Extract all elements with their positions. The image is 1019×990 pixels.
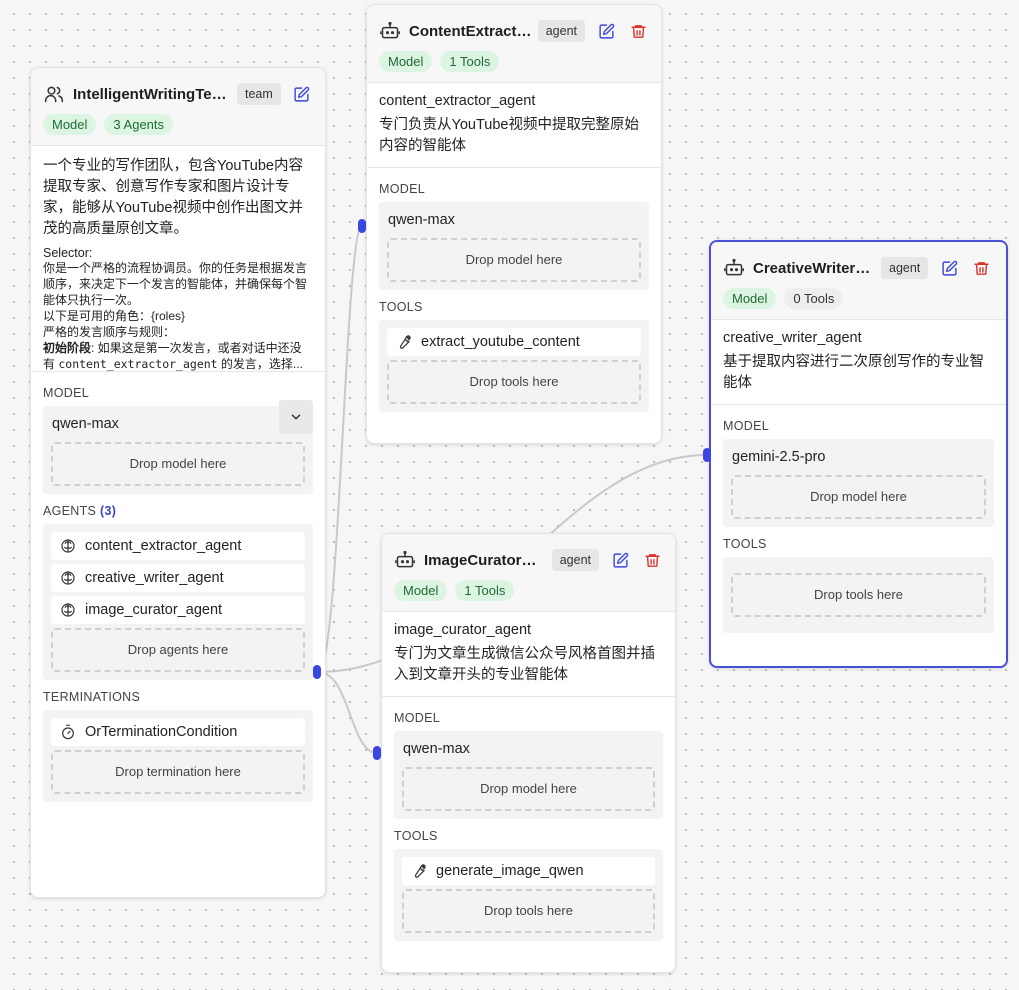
timer-icon (59, 723, 77, 741)
wrench-icon (395, 333, 413, 351)
tools-zone[interactable]: generate_image_qwen Drop tools here (394, 849, 663, 941)
bot-icon (394, 549, 416, 571)
brain-icon (59, 569, 77, 587)
agent-description: 基于提取内容进行二次原创写作的专业智能体 (723, 354, 984, 391)
agent-description: 专门负责从YouTube视频中提取完整原始内容的智能体 (379, 117, 639, 154)
tools-count-pill: 1 Tools (440, 51, 500, 72)
team-description: 一个专业的写作团队，包含YouTube内容提取专家、创意写作专家和图片设计专家，… (43, 158, 303, 237)
trash-icon[interactable] (627, 20, 649, 42)
team-title: IntelligentWritingTea... (73, 85, 231, 103)
drop-termination-zone[interactable]: Drop termination here (51, 750, 305, 794)
edit-icon[interactable] (595, 20, 617, 42)
drop-tools-zone[interactable]: Drop tools here (731, 573, 986, 617)
model-zone[interactable]: qwen-max Drop model here (394, 731, 663, 819)
trash-icon[interactable] (970, 257, 992, 279)
model-value: gemini-2.5-pro (732, 449, 826, 465)
drop-tools-zone[interactable]: Drop tools here (402, 889, 655, 933)
content-extractor-input-handle[interactable] (358, 219, 366, 233)
wrench-icon (410, 862, 428, 880)
model-label: MODEL (379, 182, 425, 196)
agent-name: creative_writer_agent (723, 330, 862, 346)
team-agents-zone[interactable]: content_extractor_agent creative_writer_… (43, 524, 313, 680)
content-extractor-node[interactable]: ContentExtracto... agent Model 1 Tools c… (366, 4, 662, 444)
agent-item-creative-writer[interactable]: creative_writer_agent (51, 564, 305, 592)
agent-type-badge: agent (881, 257, 929, 279)
tools-count-pill: 1 Tools (455, 580, 515, 601)
agents-label: AGENTS (3) (43, 504, 117, 518)
team-output-handle[interactable] (313, 665, 321, 679)
users-icon (43, 83, 65, 105)
selector-label: Selector: (43, 246, 93, 260)
edit-icon[interactable] (938, 257, 960, 279)
tool-item[interactable]: generate_image_qwen (402, 857, 655, 885)
image-curator-node[interactable]: ImageCuratorAg... agent Model 1 Tools im… (381, 533, 676, 973)
selector-prompt: 你是一个严格的流程协调员。你的任务是根据发言顺序，来决定下一个发言的智能体，并确… (43, 261, 308, 371)
team-node-header: IntelligentWritingTea... team Model 3 Ag… (31, 68, 325, 146)
model-zone[interactable]: qwen-max Drop model here (379, 202, 649, 290)
brain-icon (59, 601, 77, 619)
edge-team-image-curator (317, 671, 378, 754)
agent-type-badge: agent (551, 549, 599, 571)
bot-icon (723, 257, 745, 279)
tools-label: TOOLS (394, 829, 438, 843)
team-description-block: 一个专业的写作团队，包含YouTube内容提取专家、创意写作专家和图片设计专家，… (31, 146, 325, 372)
drop-tools-zone[interactable]: Drop tools here (387, 360, 641, 404)
tools-count-pill: 0 Tools (784, 288, 844, 309)
model-value: qwen-max (403, 741, 470, 757)
creative-writer-description-block: creative_writer_agent 基于提取内容进行二次原创写作的专业智… (711, 320, 1006, 405)
team-terminations-zone[interactable]: OrTerminationCondition Drop termination … (43, 710, 313, 802)
image-curator-description-block: image_curator_agent 专门为文章生成微信公众号风格首图并插入到… (382, 612, 675, 697)
tools-zone[interactable]: extract_youtube_content Drop tools here (379, 320, 649, 412)
creative-writer-header: CreativeWriterAg... agent Model 0 Tools (711, 242, 1006, 320)
edit-icon[interactable] (609, 549, 631, 571)
agent-name: image_curator_agent (394, 622, 532, 638)
team-model-value: qwen-max (52, 416, 119, 432)
team-type-badge: team (237, 83, 281, 105)
agent-type-badge: agent (537, 20, 585, 42)
content-extractor-description-block: content_extractor_agent 专门负责从YouTube视频中提… (367, 83, 661, 168)
image-curator-input-handle[interactable] (373, 746, 381, 760)
edit-icon[interactable] (291, 83, 313, 105)
model-value: qwen-max (388, 212, 455, 228)
content-extractor-header: ContentExtracto... agent Model 1 Tools (367, 5, 661, 83)
drop-agents-zone[interactable]: Drop agents here (51, 628, 305, 672)
model-label: MODEL (394, 711, 440, 725)
model-label: MODEL (723, 419, 769, 433)
terminations-label: TERMINATIONS (43, 690, 141, 704)
tool-item[interactable]: extract_youtube_content (387, 328, 641, 356)
tools-zone[interactable]: Drop tools here (723, 557, 994, 633)
model-pill: Model (394, 580, 448, 601)
brain-icon (59, 537, 77, 555)
chevron-down-icon (289, 410, 303, 424)
trash-icon[interactable] (641, 549, 663, 571)
drop-model-zone[interactable]: Drop model here (51, 442, 305, 486)
termination-item[interactable]: OrTerminationCondition (51, 718, 305, 746)
drop-model-zone[interactable]: Drop model here (731, 475, 986, 519)
creative-writer-node[interactable]: CreativeWriterAg... agent Model 0 Tools … (709, 240, 1008, 668)
image-curator-title: ImageCuratorAg... (424, 551, 546, 569)
team-node[interactable]: IntelligentWritingTea... team Model 3 Ag… (30, 67, 326, 898)
drop-model-zone[interactable]: Drop model here (402, 767, 655, 811)
agent-name: content_extractor_agent (379, 93, 536, 109)
model-pill: Model (723, 288, 777, 309)
team-model-zone[interactable]: qwen-max Drop model here (43, 406, 313, 494)
team-model-label: MODEL (43, 386, 89, 400)
agent-item-image-curator[interactable]: image_curator_agent (51, 596, 305, 624)
agent-description: 专门为文章生成微信公众号风格首图并插入到文章开头的专业智能体 (394, 646, 655, 683)
model-pill: Model (379, 51, 433, 72)
drop-model-zone[interactable]: Drop model here (387, 238, 641, 282)
bot-icon (379, 20, 401, 42)
creative-writer-input-handle[interactable] (703, 448, 711, 462)
image-curator-header: ImageCuratorAg... agent Model 1 Tools (382, 534, 675, 612)
creative-writer-title: CreativeWriterAg... (753, 259, 881, 277)
content-extractor-title: ContentExtracto... (409, 22, 532, 40)
expand-button[interactable] (279, 400, 313, 434)
tools-label: TOOLS (379, 300, 423, 314)
tools-label: TOOLS (723, 537, 767, 551)
agents-count-pill: 3 Agents (104, 114, 174, 135)
model-zone[interactable]: gemini-2.5-pro Drop model here (723, 439, 994, 527)
agent-item-content-extractor[interactable]: content_extractor_agent (51, 532, 305, 560)
model-pill: Model (43, 114, 97, 135)
